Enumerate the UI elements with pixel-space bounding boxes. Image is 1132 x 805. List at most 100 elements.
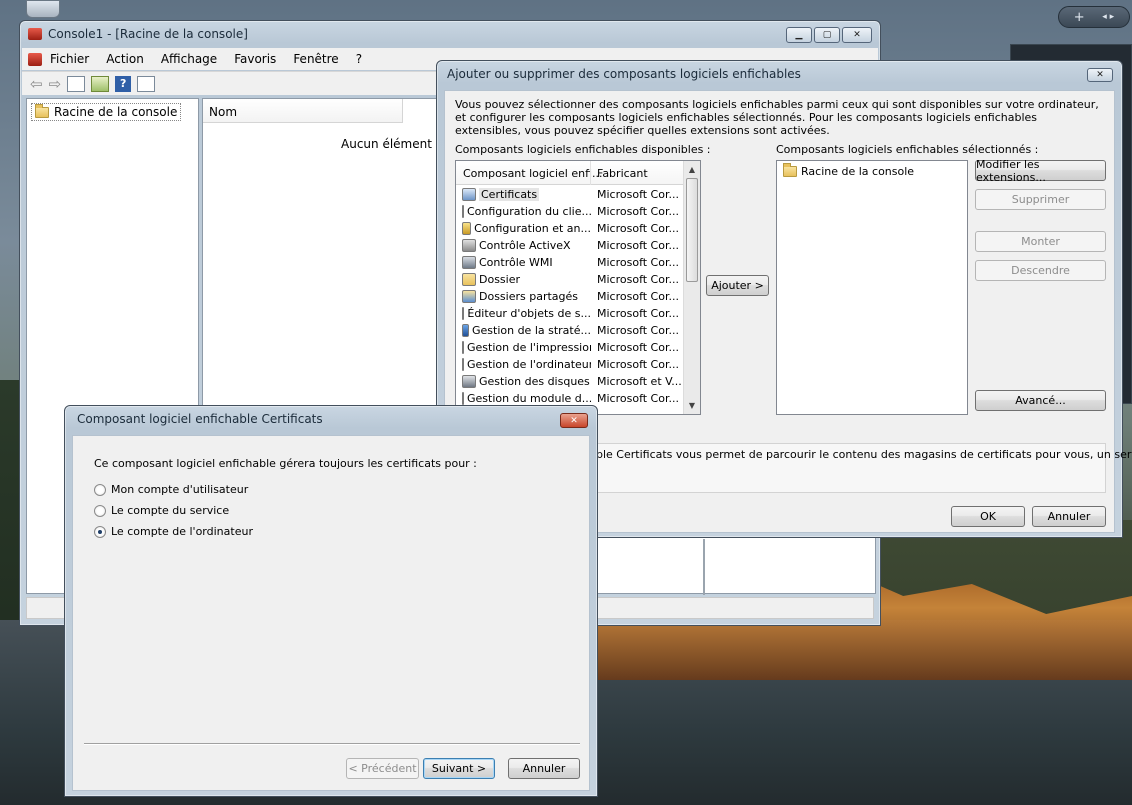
addremove-description: Vous pouvez sélectionner des composants … [455,98,1099,137]
client-config-icon [462,205,464,218]
snapin-vendor: Microsoft Cor... [597,307,679,320]
folder-icon [783,163,797,177]
snapin-description-text: ble Certificats vous permet de parcourir… [596,448,1132,461]
shared-folders-icon [462,290,476,303]
radio-button[interactable] [94,483,106,496]
account-option[interactable]: Le compte de l'ordinateur [94,521,253,542]
selected-item-root[interactable]: Racine de la console [783,163,914,178]
forward-arrow-icon[interactable]: ⇨ [49,75,62,93]
sidebar-controls[interactable]: + ◂ ▸ [1058,6,1130,28]
list-item[interactable]: Gestion des disques Microsoft et V... [456,373,684,390]
radio-button[interactable] [94,525,106,538]
certificates-dialog: Composant logiciel enfichable Certificat… [64,405,598,797]
snapin-vendor: Microsoft Cor... [597,290,679,303]
scroll-up-arrow-icon[interactable]: ▲ [684,161,700,178]
print-management-icon [462,341,464,354]
wizard-separator [84,743,580,745]
add-snapin-button[interactable]: Ajouter > [706,275,769,296]
gadget-nav-arrows[interactable]: ◂ ▸ [1102,12,1114,22]
show-tree-icon[interactable] [67,75,86,92]
modify-extensions-button[interactable]: Modifier les extensions... [975,158,1106,184]
radio-button[interactable] [94,504,106,517]
snapin-name: Dossier [479,273,521,286]
addremove-close-icon[interactable]: ✕ [1087,68,1113,82]
certificates-close-icon[interactable]: ✕ [560,413,588,428]
snapin-name-cell: Configuration et an... [456,222,591,235]
column-header-name[interactable]: Nom [203,99,403,123]
list-item[interactable]: Gestion de la straté... Microsoft Cor... [456,322,684,339]
list-item[interactable]: Dossiers partagés Microsoft Cor... [456,288,684,305]
snapin-name: Configuration et an... [474,222,591,235]
list-item[interactable]: Contrôle WMI Microsoft Cor... [456,254,684,271]
snapin-name: Gestion du module d... [467,392,591,405]
snapin-name-cell: Dossiers partagés [456,290,591,303]
menu-fenetre[interactable]: Fenêtre [293,52,338,66]
snapin-name: Dossiers partagés [479,290,579,303]
available-snapins-list[interactable]: Composant logiciel enfi... Fabricant Cer… [455,160,701,415]
ok-button[interactable]: OK [951,506,1025,527]
tpm-management-icon [462,392,464,405]
snapin-vendor: Microsoft Cor... [597,341,679,354]
snapin-name: Gestion de la straté... [471,324,591,337]
previous-button[interactable]: < Précédent [346,758,419,779]
snapin-name: Certificats [479,188,540,201]
advanced-button[interactable]: Avancé... [975,390,1106,411]
certificates-titlebar[interactable]: Composant logiciel enfichable Certificat… [65,406,597,432]
console-title: Console1 - [Racine de la console] [48,27,248,41]
list-item[interactable]: Contrôle ActiveX Microsoft Cor... [456,237,684,254]
move-down-button[interactable]: Descendre [975,260,1106,281]
tree-item-label: Racine de la console [54,105,178,119]
back-arrow-icon[interactable]: ⇦ [30,75,43,93]
help-icon[interactable]: ? [115,75,132,92]
list-item[interactable]: Gestion de l'ordinateur Microsoft Cor... [456,356,684,373]
addremove-titlebar[interactable]: Ajouter ou supprimer des composants logi… [437,61,1122,87]
account-option[interactable]: Le compte du service [94,500,253,521]
selected-snapins-list[interactable]: Racine de la console [776,160,968,415]
snapin-vendor: Microsoft Cor... [597,205,679,218]
snapin-name: Configuration du clie... [467,205,591,218]
radio-label: Mon compte d'utilisateur [111,483,249,496]
account-radio-group: Mon compte d'utilisateur Le compte du ser… [94,479,253,542]
action-pane-icon[interactable] [137,75,156,92]
folder-icon [35,103,49,118]
menu-action[interactable]: Action [106,52,144,66]
column-header-vendor[interactable]: Fabricant [597,167,648,180]
cancel-button[interactable]: Annuler [1032,506,1106,527]
recycle-bin-icon[interactable] [26,0,60,18]
certificates-prompt: Ce composant logiciel enfichable gérera … [94,457,477,470]
minimize-icon[interactable]: ▁ [786,27,812,43]
menu-fichier[interactable]: Fichier [50,52,89,66]
account-option[interactable]: Mon compte d'utilisateur [94,479,253,500]
snapin-vendor: Microsoft Cor... [597,358,679,371]
list-item[interactable]: Certificats Microsoft Cor... [456,186,684,203]
column-header-snapin[interactable]: Composant logiciel enfi... [463,167,603,180]
policy-management-icon [462,324,469,337]
remove-button[interactable]: Supprimer [975,189,1106,210]
list-item[interactable]: Éditeur d'objets de s... Microsoft Cor... [456,305,684,322]
scroll-down-arrow-icon[interactable]: ▼ [684,397,700,414]
certificates-client: Ce composant logiciel enfichable gérera … [72,435,590,791]
menu-help[interactable]: ? [356,52,362,66]
menu-affichage[interactable]: Affichage [161,52,217,66]
list-item[interactable]: Configuration du clie... Microsoft Cor... [456,203,684,220]
add-gadget-icon[interactable]: + [1074,10,1085,25]
close-icon[interactable]: ✕ [842,27,872,43]
radio-label: Le compte du service [111,504,230,517]
menu-favoris[interactable]: Favoris [234,52,276,66]
list-scrollbar[interactable]: ▲ ▼ [683,161,700,414]
move-up-button[interactable]: Monter [975,231,1106,252]
list-item[interactable]: Configuration et an... Microsoft Cor... [456,220,684,237]
scroll-thumb[interactable] [686,178,698,282]
disk-management-icon [462,375,476,388]
snapin-vendor: Microsoft Cor... [597,222,679,235]
maximize-icon[interactable]: ▢ [814,27,840,43]
export-list-icon[interactable] [91,75,110,92]
list-item[interactable]: Gestion de l'impression Microsoft Cor... [456,339,684,356]
wizard-cancel-button[interactable]: Annuler [508,758,580,779]
console-caption-buttons: ▁ ▢ ✕ [786,27,872,43]
next-button[interactable]: Suivant > [423,758,495,779]
tree-item-root[interactable]: Racine de la console [31,103,182,121]
snapin-vendor: Microsoft Cor... [597,273,679,286]
list-item[interactable]: Dossier Microsoft Cor... [456,271,684,288]
console-titlebar[interactable]: Console1 - [Racine de la console] [20,21,880,47]
